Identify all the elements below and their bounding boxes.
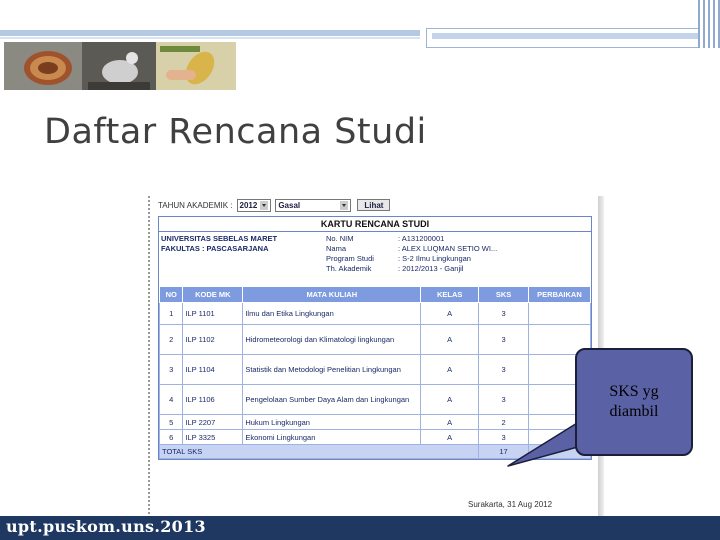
course-table: NO KODE MK MATA KULIAH KELAS SKS PERBAIK… xyxy=(158,286,592,459)
col-kelas: KELAS xyxy=(420,286,480,303)
table-header-row: NO KODE MK MATA KULIAH KELAS SKS PERBAIK… xyxy=(158,286,592,303)
cell-perbaikan xyxy=(527,302,592,325)
cell-mata-kuliah: Hidrometeorologi dan Klimatologi lingkun… xyxy=(242,324,422,355)
slide-title: Daftar Rencana Studi xyxy=(44,112,427,152)
cell-kelas: A xyxy=(420,384,480,415)
total-row: TOTAL SKS 17 xyxy=(158,444,592,459)
cell-kode: ILP 1104 xyxy=(182,354,244,385)
cell-sks: 3 xyxy=(478,302,529,325)
cell-no: 6 xyxy=(158,429,184,445)
academic-year-label: TAHUN AKADEMIK : xyxy=(158,200,233,210)
bird-photo xyxy=(82,42,156,90)
field-value: : 2012/2013 - Ganjil xyxy=(398,264,464,273)
field-label: Th. Akademik xyxy=(326,264,372,273)
field-nim: No. NIM : A131200001 xyxy=(326,234,589,244)
cell-kelas: A xyxy=(420,324,480,355)
table-row: 4 ILP 1106 Pengelolaan Sumber Daya Alam … xyxy=(158,384,592,415)
total-sks: 17 xyxy=(478,444,529,459)
cell-no: 1 xyxy=(158,302,184,325)
krs-title: KARTU RENCANA STUDI xyxy=(159,217,591,232)
callout-box: SKS yg diambil xyxy=(575,348,693,456)
academic-year-row: TAHUN AKADEMIK : 2012 Gasal Lihat xyxy=(158,198,391,212)
year-select[interactable]: 2012 xyxy=(236,198,272,212)
cell-mata-kuliah: Pengelolaan Sumber Daya Alam dan Lingkun… xyxy=(242,384,422,415)
table-row: 2 ILP 1102 Hidrometeorologi dan Klimatol… xyxy=(158,324,592,355)
year-select-value: 2012 xyxy=(239,200,258,210)
cell-kode: ILP 3325 xyxy=(182,429,244,445)
cell-sks: 3 xyxy=(478,384,529,415)
col-no: NO xyxy=(158,286,184,303)
cell-kode: ILP 2207 xyxy=(182,414,244,430)
right-decoration-column xyxy=(698,0,720,48)
col-perbaikan: PERBAIKAN xyxy=(527,286,592,303)
field-label: No. NIM xyxy=(326,234,354,243)
table-row: 5 ILP 2207 Hukum Lingkungan A 2 xyxy=(158,414,592,430)
cell-no: 4 xyxy=(158,384,184,415)
cell-sks: 3 xyxy=(478,429,529,445)
student-info: UNIVERSITAS SEBELAS MARET FAKULTAS : PAS… xyxy=(159,232,591,286)
col-kode: KODE MK xyxy=(182,286,244,303)
field-label: Program Studi xyxy=(326,254,374,263)
field-value: : ALEX LUQMAN SETIO WI... xyxy=(398,244,498,253)
hand-plant-photo xyxy=(156,42,236,90)
cell-sks: 3 xyxy=(478,354,529,385)
semester-select-value: Gasal xyxy=(278,200,301,210)
krs-card: KARTU RENCANA STUDI UNIVERSITAS SEBELAS … xyxy=(158,216,592,460)
cell-sks: 2 xyxy=(478,414,529,430)
university-name: UNIVERSITAS SEBELAS MARET xyxy=(161,234,278,243)
cell-kelas: A xyxy=(420,429,480,445)
place-date: Surakarta, 31 Aug 2012 xyxy=(468,500,553,509)
faculty-name: FAKULTAS : PASCASARJANA xyxy=(161,244,269,253)
cell-kode: ILP 1106 xyxy=(182,384,244,415)
table-row: 6 ILP 3325 Ekonomi Lingkungan A 3 xyxy=(158,429,592,445)
cell-kelas: A xyxy=(420,414,480,430)
krs-screenshot: TAHUN AKADEMIK : 2012 Gasal Lihat KARTU … xyxy=(148,196,606,522)
shell-photo xyxy=(4,42,82,90)
cell-no: 5 xyxy=(158,414,184,430)
cell-no: 2 xyxy=(158,324,184,355)
cell-sks: 3 xyxy=(478,324,529,355)
cell-kelas: A xyxy=(420,302,480,325)
top-decoration-line-2 xyxy=(0,37,420,39)
top-decoration-inner xyxy=(432,33,720,39)
cell-kode: ILP 1102 xyxy=(182,324,244,355)
footer-text: upt.puskom.uns.2013 xyxy=(6,517,206,536)
chevron-down-icon xyxy=(340,200,349,210)
callout-line-1: SKS yg xyxy=(609,383,659,400)
chevron-down-icon xyxy=(260,200,269,210)
field-label: Nama xyxy=(326,244,347,253)
cell-mata-kuliah: Ekonomi Lingkungan xyxy=(242,429,422,445)
photo-strip xyxy=(4,42,236,90)
cell-mata-kuliah: Hukum Lingkungan xyxy=(242,414,422,430)
cell-kode: ILP 1101 xyxy=(182,302,244,325)
cell-no: 3 xyxy=(158,354,184,385)
field-program: Program Studi : S-2 Ilmu Lingkungan xyxy=(326,254,589,264)
cell-mata-kuliah: Ilmu dan Etika Lingkungan xyxy=(242,302,422,325)
col-sks: SKS xyxy=(478,286,529,303)
table-row: 1 ILP 1101 Ilmu dan Etika Lingkungan A 3 xyxy=(158,302,592,325)
col-mata-kuliah: MATA KULIAH xyxy=(242,286,422,303)
field-tahun: Th. Akademik : 2012/2013 - Ganjil xyxy=(326,264,589,274)
student-fields: No. NIM : A131200001 Nama : ALEX LUQMAN SE… xyxy=(326,234,589,282)
callout-line-2: diambil xyxy=(609,403,659,420)
field-value: : S-2 Ilmu Lingkungan xyxy=(398,254,471,263)
top-decoration-line xyxy=(0,30,420,36)
field-nama: Nama : ALEX LUQMAN SETIO WI... xyxy=(326,244,589,254)
lihat-button[interactable]: Lihat xyxy=(357,199,391,211)
field-value: : A131200001 xyxy=(398,234,445,243)
table-row: 3 ILP 1104 Statistik dan Metodologi Pene… xyxy=(158,354,592,385)
semester-select[interactable]: Gasal xyxy=(275,198,352,212)
institution-info: UNIVERSITAS SEBELAS MARET FAKULTAS : PAS… xyxy=(161,234,326,282)
cell-kelas: A xyxy=(420,354,480,385)
cell-mata-kuliah: Statistik dan Metodologi Penelitian Ling… xyxy=(242,354,422,385)
total-label: TOTAL SKS xyxy=(158,444,480,459)
